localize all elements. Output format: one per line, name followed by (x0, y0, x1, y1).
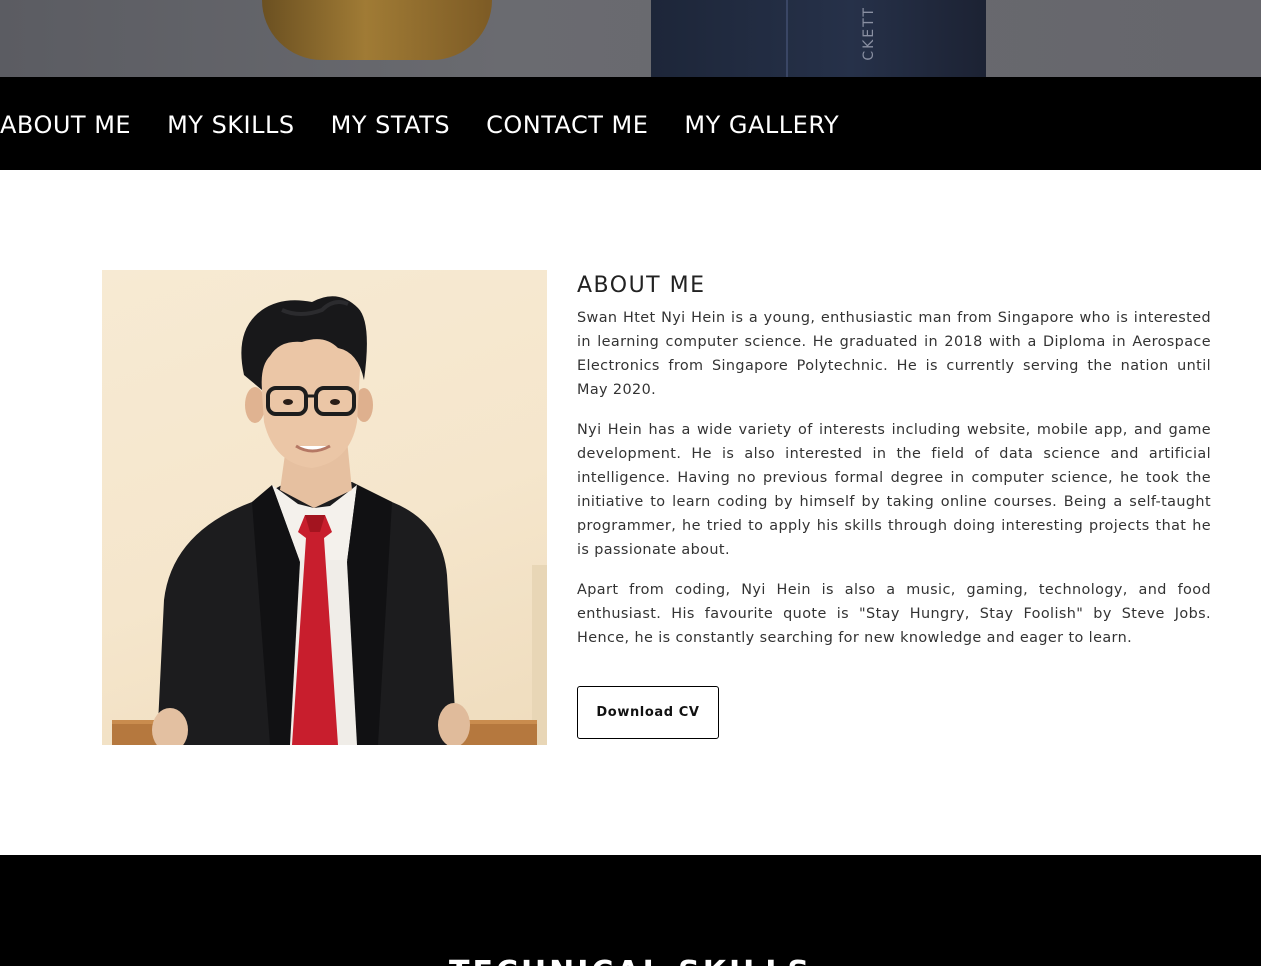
hero-book-image (651, 0, 986, 77)
technical-skills-section: TECHNICAL SKILLS (0, 855, 1261, 966)
about-paragraph-2: Nyi Hein has a wide variety of interests… (577, 422, 1211, 558)
hero-banner: CKETT (0, 0, 1261, 77)
nav-item-my-gallery[interactable]: MY GALLERY (684, 109, 839, 139)
profile-photo-illustration (112, 296, 547, 745)
nav-item-contact-me[interactable]: CONTACT ME (486, 109, 648, 139)
nav-item-about-me[interactable]: ABOUT ME (0, 109, 131, 139)
nav-item-my-skills[interactable]: MY SKILLS (167, 109, 295, 139)
hero-pot-image (262, 0, 492, 60)
about-title: ABOUT ME (577, 273, 706, 298)
technical-skills-title: TECHNICAL SKILLS (0, 955, 1261, 966)
about-paragraph-1: Swan Htet Nyi Hein is a young, enthusias… (577, 310, 1211, 398)
nav-item-my-stats[interactable]: MY STATS (331, 109, 450, 139)
nav-list: ABOUT ME MY SKILLS MY STATS CONTACT ME M… (0, 77, 1261, 170)
hero-book-spine-text: CKETT (861, 6, 877, 61)
about-section: ABOUT ME Swan Htet Nyi Hein is a young, … (577, 270, 1211, 666)
main-navigation: ABOUT ME MY SKILLS MY STATS CONTACT ME M… (0, 77, 1261, 170)
about-paragraph-3: Apart from coding, Nyi Hein is also a mu… (577, 582, 1211, 646)
download-cv-button[interactable]: Download CV (577, 686, 719, 739)
hero-book-edge (786, 0, 788, 77)
profile-photo (102, 270, 547, 745)
